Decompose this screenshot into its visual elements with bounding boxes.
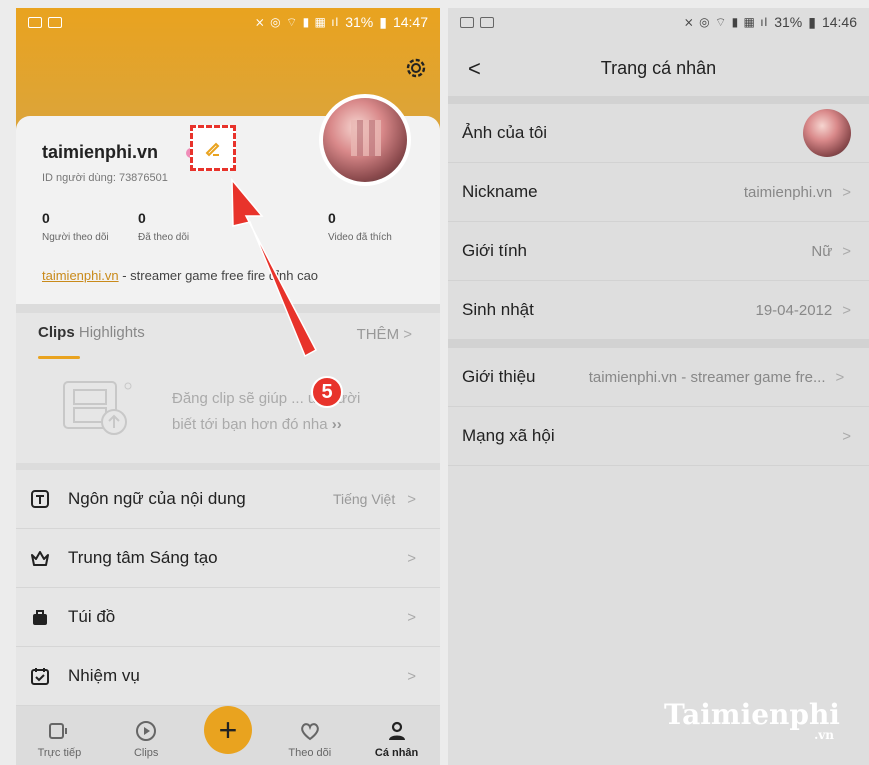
menu-item-content-language[interactable]: Ngôn ngữ của nội dung Tiếng Việt > xyxy=(16,470,440,529)
row-birthday[interactable]: Sinh nhật 19-04-2012 > xyxy=(448,281,869,340)
chevron-right-icon: > xyxy=(407,549,416,567)
row-my-photo[interactable]: Ảnh của tôi xyxy=(448,104,869,163)
settings-menu: Ngôn ngữ của nội dung Tiếng Việt > Trung… xyxy=(16,470,440,706)
left-phone-profile-screen: ⨯ ◎ ⌔ ▮ ▦ ıl 31% ▮ 14:47 taimienphi.vn I… xyxy=(16,8,440,765)
avatar xyxy=(803,109,851,157)
chevron-right-icon: > xyxy=(842,427,851,445)
signal-icons: ⨯ ◎ ⌔ ▮ ▦ ıl xyxy=(254,14,340,29)
chevron-right-icon: > xyxy=(842,301,851,319)
tab-underline xyxy=(38,356,80,359)
notification-icon xyxy=(460,16,474,28)
empty-clip-illustration xyxy=(63,381,132,435)
stat-liked-videos[interactable]: 0 Video đã thích xyxy=(328,210,392,243)
battery-percent: 31% xyxy=(345,14,374,30)
tab-clips[interactable]: Clips xyxy=(38,324,75,341)
status-bar: ⨯ ◎ ⌔ ▮ ▦ ıl 31% ▮ 14:46 xyxy=(448,8,869,36)
chevron-right-icon: > xyxy=(407,667,416,685)
edit-profile-pencil-icon[interactable] xyxy=(190,125,236,171)
create-plus-button[interactable]: + xyxy=(204,706,252,754)
menu-item-bag[interactable]: Túi đồ > xyxy=(16,588,440,647)
empty-clip-cta[interactable]: biết tới bạn hơn đó nha ›› xyxy=(172,412,412,438)
heart-icon xyxy=(300,723,319,741)
nav-following[interactable]: Theo dõi xyxy=(275,719,345,759)
text-icon xyxy=(31,490,49,508)
gallery-icon xyxy=(480,16,494,28)
stat-following[interactable]: 0 Đã theo dõi xyxy=(138,210,189,243)
bio-link[interactable]: taimienphi.vn xyxy=(42,268,119,283)
watermark-logo: Taimienphi .vn xyxy=(664,698,840,742)
tab-highlights[interactable]: Highlights xyxy=(79,324,145,341)
row-gender[interactable]: Giới tính Nữ > xyxy=(448,222,869,281)
play-icon xyxy=(136,721,157,741)
nav-profile[interactable]: Cá nhân xyxy=(362,719,432,759)
clock: 14:47 xyxy=(392,14,428,30)
chevron-right-icon: > xyxy=(407,490,416,508)
pencil-icon xyxy=(205,142,220,157)
row-nickname[interactable]: Nickname taimienphi.vn > xyxy=(448,163,869,222)
chevron-right-icon: > xyxy=(835,368,845,386)
clock: 14:46 xyxy=(821,14,857,30)
profile-avatar[interactable] xyxy=(319,94,411,186)
divider xyxy=(448,96,869,104)
chevron-right-icon: > xyxy=(842,183,851,201)
notification-icon xyxy=(28,16,42,28)
stat-partial[interactable]: n xyxy=(238,210,244,227)
nav-clips[interactable]: Clips xyxy=(111,719,181,759)
empty-clip-message: Đăng clip sẽ giúp ... u người biết tới b… xyxy=(172,386,412,438)
calendar-check-icon xyxy=(31,668,49,685)
clips-tabs: Clips Highlights xyxy=(38,324,145,341)
menu-item-missions[interactable]: Nhiệm vụ > xyxy=(16,647,440,706)
gallery-icon xyxy=(48,16,62,28)
menu-item-creator-center[interactable]: Trung tâm Sáng tạo > xyxy=(16,529,440,588)
battery-percent: 31% xyxy=(774,14,803,30)
page-title: Trang cá nhân xyxy=(600,58,717,78)
status-bar: ⨯ ◎ ⌔ ▮ ▦ ıl 31% ▮ 14:47 xyxy=(16,8,440,36)
user-id: ID người dùng: 73876501 xyxy=(42,172,168,184)
person-icon xyxy=(388,721,405,740)
row-introduction[interactable]: Giới thiệu taimienphi.vn - streamer game… xyxy=(448,348,869,407)
live-icon xyxy=(49,723,68,739)
row-social-network[interactable]: Mạng xã hội > xyxy=(448,407,869,466)
crown-icon xyxy=(31,551,49,566)
bag-icon xyxy=(33,610,47,625)
battery-icon: ▮ xyxy=(808,13,816,30)
screenshot-stage: ⨯ ◎ ⌔ ▮ ▦ ıl 31% ▮ 14:47 taimienphi.vn I… xyxy=(0,0,869,765)
divider xyxy=(448,340,869,348)
battery-icon: ▮ xyxy=(379,13,387,30)
signal-icons: ⨯ ◎ ⌔ ▮ ▦ ıl xyxy=(683,14,769,29)
step-badge: 5 xyxy=(311,376,343,408)
chevron-right-icon: > xyxy=(407,608,416,626)
settings-gear-icon[interactable] xyxy=(404,56,428,80)
right-phone-personal-page: ⨯ ◎ ⌔ ▮ ▦ ıl 31% ▮ 14:46 < Trang cá nhân… xyxy=(448,8,869,765)
more-link[interactable]: THÊM > xyxy=(357,326,412,343)
stat-followers[interactable]: 0 Người theo dõi xyxy=(42,210,109,243)
bio-text: taimienphi.vn - streamer game free fire … xyxy=(42,268,319,283)
chevron-right-icon: > xyxy=(842,242,851,260)
username: taimienphi.vn xyxy=(42,142,159,162)
nav-live[interactable]: Trực tiếp xyxy=(24,719,94,759)
